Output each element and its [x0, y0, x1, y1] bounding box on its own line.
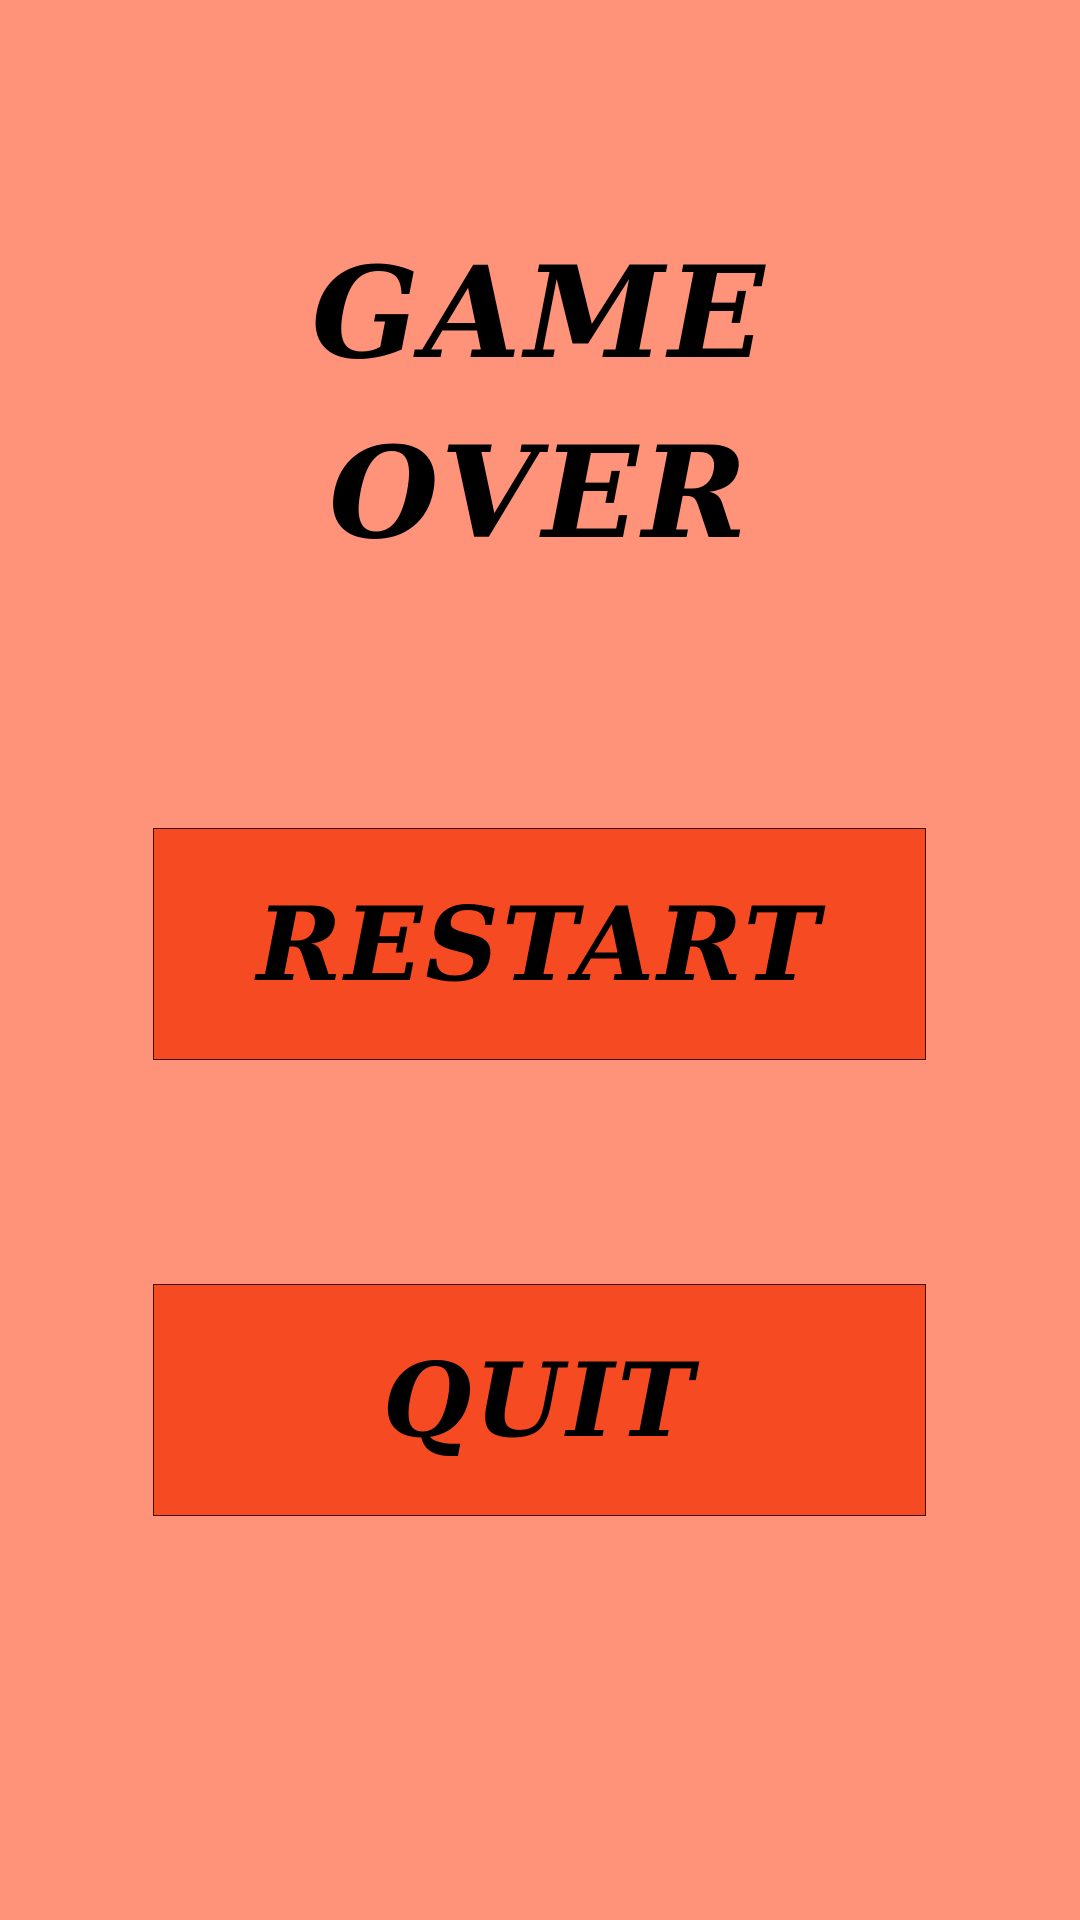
quit-button-label: QUIT: [382, 1341, 697, 1461]
game-over-title-line-2: OVER: [328, 419, 752, 567]
quit-button[interactable]: QUIT: [153, 1284, 926, 1516]
restart-button[interactable]: RESTART: [153, 828, 926, 1060]
restart-button-label: RESTART: [256, 885, 823, 1005]
game-over-title-line-1: GAME: [311, 239, 769, 387]
game-over-screen: GAME OVER RESTART QUIT: [0, 0, 1080, 1920]
